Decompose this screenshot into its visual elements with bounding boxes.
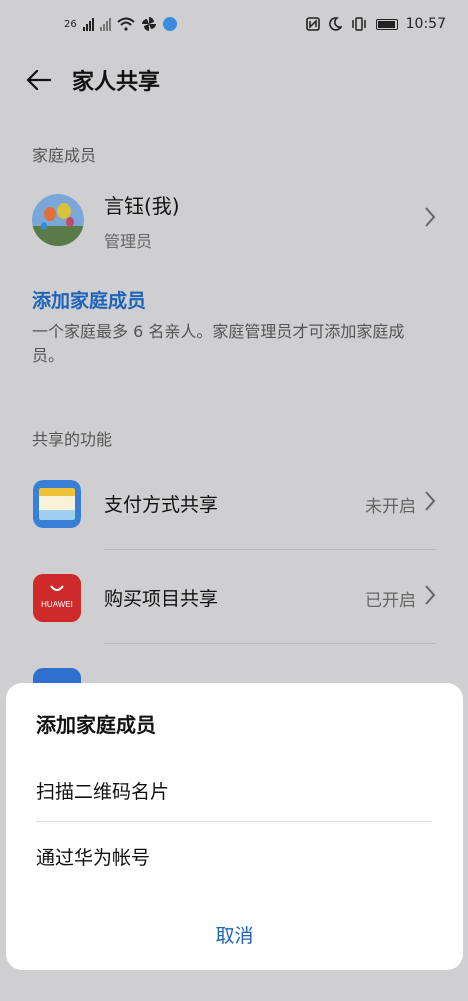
- add-member-sheet: 添加家庭成员 扫描二维码名片 通过华为帐号 取消: [6, 683, 463, 970]
- huawei-icon-text: HUAWEI: [41, 600, 73, 609]
- moon-icon: [328, 17, 342, 31]
- feature-row-payment[interactable]: 支付方式共享 未开启: [0, 458, 468, 552]
- page-title: 家人共享: [72, 70, 161, 95]
- sheet-divider: [36, 821, 431, 822]
- vibrate-icon: [351, 17, 366, 31]
- status-right-icons: 10:57: [305, 16, 446, 32]
- divider: [104, 643, 436, 644]
- member-name: 言钰(我): [104, 194, 180, 218]
- divider: [104, 549, 436, 550]
- avatar: [32, 194, 84, 246]
- chevron-right-icon: [425, 491, 436, 511]
- wallet-icon: [33, 480, 81, 528]
- signal-secondary-icon: [99, 17, 111, 31]
- pinwheel-icon: [141, 17, 156, 31]
- family-section-header: 家庭成员: [32, 146, 97, 165]
- member-role: 管理员: [104, 232, 153, 251]
- status-time: 10:57: [405, 16, 446, 32]
- feature-row-purchases[interactable]: HUAWEI 购买项目共享 已开启: [0, 552, 468, 646]
- status-left-icons: 26: [64, 16, 177, 32]
- feature-label: 购买项目共享: [104, 588, 219, 610]
- feature-status: 未开启: [365, 497, 416, 517]
- wifi-icon: [117, 17, 135, 31]
- arrow-left-icon: [26, 69, 51, 91]
- chevron-right-icon: [425, 585, 436, 605]
- app-notification-icon: [162, 17, 177, 31]
- sheet-title: 添加家庭成员: [36, 713, 156, 737]
- feature-status: 已开启: [365, 591, 416, 611]
- network-type-label: 26: [64, 18, 77, 30]
- huawei-account-option[interactable]: 通过华为帐号: [36, 843, 150, 870]
- signal-icon: [82, 17, 94, 31]
- chevron-right-icon: [425, 207, 436, 227]
- member-row[interactable]: 言钰(我) 管理员: [0, 182, 468, 262]
- features-section-header: 共享的功能: [32, 430, 113, 449]
- huawei-appgallery-icon: HUAWEI: [33, 574, 81, 622]
- add-family-member-link[interactable]: 添加家庭成员: [32, 286, 146, 313]
- feature-label: 支付方式共享: [104, 494, 219, 516]
- status-bar: 26 10:57: [0, 0, 468, 56]
- cancel-button[interactable]: 取消: [6, 921, 463, 948]
- family-members-section: 家庭成员 言钰(我) 管理员 添加家庭成员 一个家庭最多 6 名亲人。家庭管理员…: [0, 118, 468, 386]
- battery-icon: [375, 18, 398, 30]
- nfc-icon: [305, 17, 320, 31]
- back-button[interactable]: [18, 60, 58, 100]
- scan-qr-option[interactable]: 扫描二维码名片: [36, 777, 169, 804]
- family-description: 一个家庭最多 6 名亲人。家庭管理员才可添加家庭成员。: [32, 322, 405, 365]
- app-header: 家人共享: [0, 56, 468, 104]
